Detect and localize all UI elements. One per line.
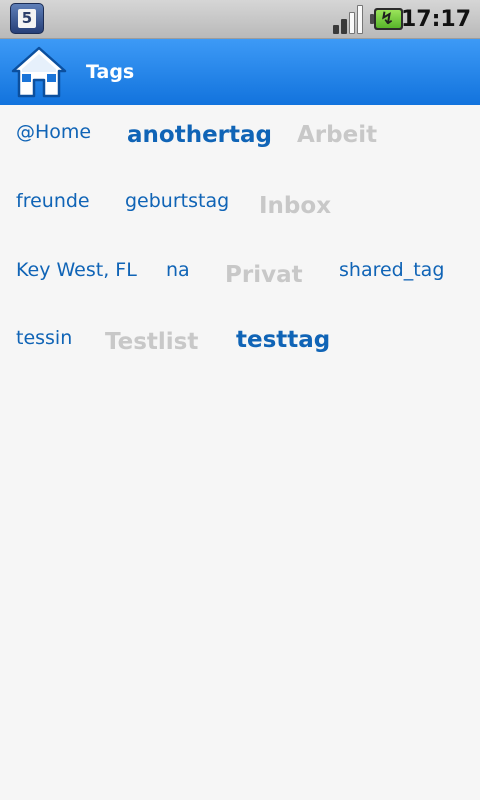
tag-testtag[interactable]: testtag [236, 329, 330, 352]
tag-anothertag[interactable]: anothertag [127, 124, 272, 147]
title-bar: Tags [0, 39, 480, 105]
page-title: Tags [86, 61, 135, 83]
tag-shared-tag[interactable]: shared_tag [339, 261, 444, 280]
tag-na[interactable]: na [166, 261, 190, 280]
tag-privat[interactable]: Privat [225, 264, 303, 287]
home-button[interactable] [10, 45, 68, 99]
tag-key-west-fl[interactable]: Key West, FL [16, 261, 137, 280]
signal-bars-icon [333, 5, 365, 34]
battery-charging-icon: ↯ [370, 6, 404, 32]
tag-freunde[interactable]: freunde [16, 192, 90, 211]
tag-tessin[interactable]: tessin [16, 329, 72, 348]
home-icon [11, 46, 67, 98]
tag-arbeit[interactable]: Arbeit [297, 124, 377, 147]
calendar-notification-icon[interactable]: 5 [10, 3, 44, 34]
tag-geburtstag[interactable]: geburtstag [125, 192, 229, 211]
tag-inbox[interactable]: Inbox [259, 195, 331, 218]
notification-count: 5 [18, 9, 36, 28]
tag-testlist[interactable]: Testlist [105, 331, 198, 354]
status-clock: 17:17 [400, 7, 471, 32]
status-bar: 5 ↯ 17:17 [0, 0, 480, 39]
tag-home[interactable]: @Home [16, 123, 91, 142]
